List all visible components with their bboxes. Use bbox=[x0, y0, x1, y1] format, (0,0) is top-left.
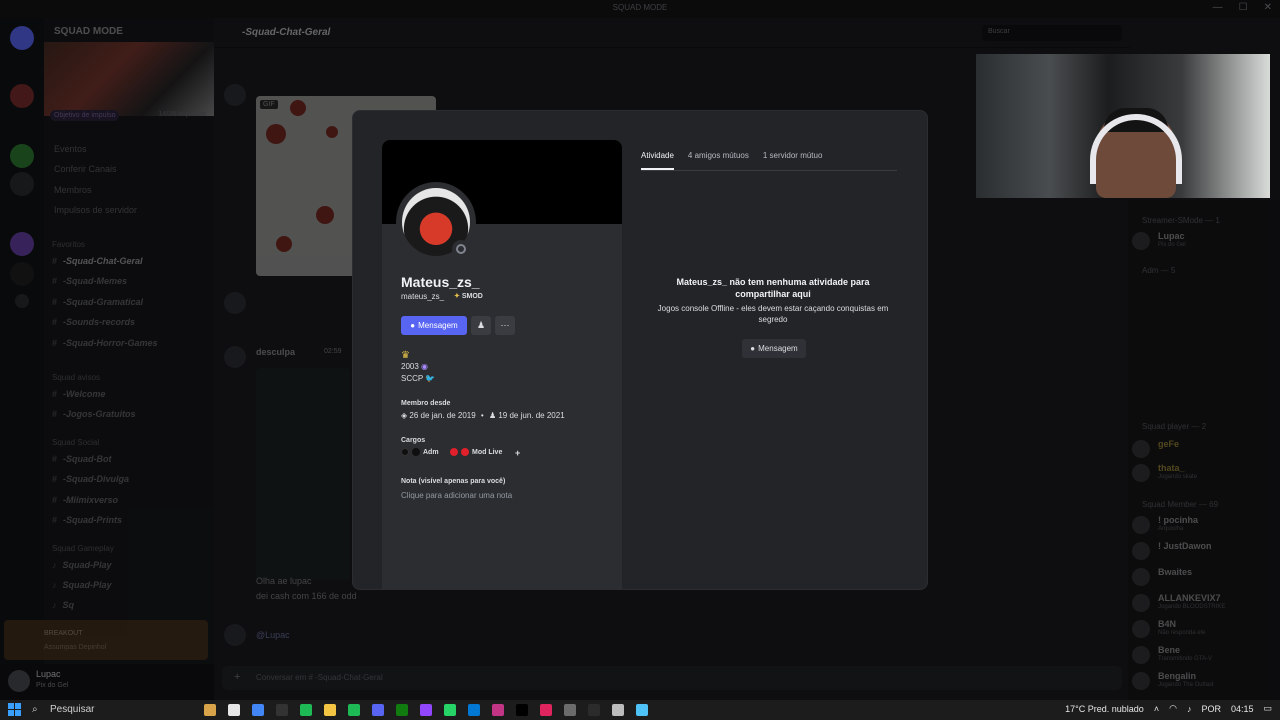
activity-empty-title: Mateus_zs_ não tem nenhuma atividade par… bbox=[676, 277, 870, 299]
activity-message-button[interactable]: ● Mensagem bbox=[742, 339, 806, 358]
app-icon[interactable] bbox=[588, 704, 600, 716]
taskbar-apps bbox=[204, 704, 648, 716]
discord-icon: ◈ bbox=[401, 411, 408, 420]
twitch-icon[interactable] bbox=[420, 704, 432, 716]
add-friend-button[interactable]: ♟ bbox=[471, 316, 491, 335]
xbox-icon[interactable] bbox=[396, 704, 408, 716]
chat-bubble-icon: ● bbox=[410, 321, 416, 330]
webcam-overlay bbox=[976, 54, 1270, 198]
app-icon[interactable] bbox=[228, 704, 240, 716]
note-title: Nota (visível apenas para você) bbox=[401, 478, 506, 485]
app-icon[interactable] bbox=[300, 704, 312, 716]
app-icon[interactable] bbox=[564, 704, 576, 716]
more-options-button[interactable]: ⋯ bbox=[495, 316, 515, 335]
app-icon[interactable] bbox=[276, 704, 288, 716]
folder-icon[interactable] bbox=[324, 704, 336, 716]
language-indicator[interactable]: POR bbox=[1201, 704, 1221, 714]
member-since-title: Membro desde bbox=[401, 400, 451, 407]
notifications-icon[interactable]: ▭ bbox=[1263, 703, 1272, 714]
tab-mutual-servers[interactable]: 1 servidor mútuo bbox=[763, 151, 823, 170]
more-icon: ⋯ bbox=[500, 320, 510, 330]
system-tray: 17°C Pred. nublado ˄ ◠ ♪ POR 04:15 ▭ bbox=[1065, 703, 1272, 714]
offline-status-icon bbox=[452, 240, 470, 258]
bird-icon: 🐦 bbox=[425, 374, 436, 383]
member-since: ◈ 26 de jan. de 2019 • ♟ 19 de jun. de 2… bbox=[401, 411, 565, 420]
wifi-icon[interactable]: ◠ bbox=[1169, 703, 1177, 714]
windows-start-icon[interactable] bbox=[8, 703, 22, 717]
weather-widget[interactable]: 17°C Pred. nublado bbox=[1065, 704, 1144, 714]
bio-line: SCCP 🐦 bbox=[401, 374, 436, 383]
volume-icon[interactable]: ♪ bbox=[1187, 704, 1192, 714]
taskbar-search[interactable]: ⌕ Pesquisar bbox=[28, 702, 198, 718]
crown-icon: ♛ bbox=[401, 350, 410, 361]
role-pill[interactable]: Mod Live bbox=[450, 448, 502, 456]
user-profile-modal: Mateus_zs_ mateus_zs_ ✦ SMOD ● Mensagem ♟… bbox=[352, 110, 928, 590]
bio-line: 2003 ◉ bbox=[401, 362, 429, 371]
chrome-icon[interactable] bbox=[252, 704, 264, 716]
activity-empty-subtitle: Jogos console Offline - eles devem estar… bbox=[657, 304, 889, 324]
whatsapp-icon[interactable] bbox=[444, 704, 456, 716]
profile-card: Mateus_zs_ mateus_zs_ ✦ SMOD ● Mensagem ♟… bbox=[382, 140, 622, 589]
add-role-button[interactable]: + bbox=[515, 448, 520, 458]
tab-divider bbox=[641, 170, 897, 171]
app-icon[interactable] bbox=[492, 704, 504, 716]
app-icon[interactable] bbox=[468, 704, 480, 716]
spotify-icon[interactable] bbox=[348, 704, 360, 716]
discord-app: SQUAD MODE — ☐ ✕ SQUAD MODE Objetivo de … bbox=[0, 0, 1280, 700]
clock[interactable]: 04:15 bbox=[1231, 704, 1254, 714]
display-name: Mateus_zs_ bbox=[401, 274, 480, 290]
chevron-up-icon[interactable]: ˄ bbox=[1154, 704, 1159, 714]
app-icon[interactable] bbox=[636, 704, 648, 716]
badge-icon: ◉ bbox=[421, 362, 429, 371]
tab-mutual-friends[interactable]: 4 amigos mútuos bbox=[688, 151, 749, 170]
role-pill[interactable]: Adm bbox=[401, 448, 439, 456]
tiktok-icon[interactable] bbox=[516, 704, 528, 716]
tab-activity[interactable]: Atividade bbox=[641, 151, 674, 170]
add-friend-icon: ♟ bbox=[476, 320, 486, 330]
app-icon[interactable] bbox=[204, 704, 216, 716]
username[interactable]: mateus_zs_ bbox=[401, 292, 444, 301]
tag-icon: ✦ bbox=[454, 293, 460, 300]
app-icon[interactable] bbox=[540, 704, 552, 716]
server-icon: ♟ bbox=[488, 411, 497, 420]
settings-icon[interactable] bbox=[612, 704, 624, 716]
search-icon: ⌕ bbox=[32, 704, 38, 715]
profile-tabs: Atividade 4 amigos mútuos 1 servidor mút… bbox=[641, 151, 822, 170]
chat-bubble-icon: ● bbox=[750, 344, 756, 353]
server-tag: ✦ SMOD bbox=[454, 293, 483, 300]
message-button[interactable]: ● Mensagem bbox=[401, 316, 467, 335]
discord-icon[interactable] bbox=[372, 704, 384, 716]
roles-title: Cargos bbox=[401, 437, 426, 444]
windows-taskbar: ⌕ Pesquisar 17°C Pred. nublado ˄ ◠ ♪ POR… bbox=[0, 700, 1280, 720]
note-input[interactable]: Clique para adicionar uma nota bbox=[401, 491, 512, 500]
